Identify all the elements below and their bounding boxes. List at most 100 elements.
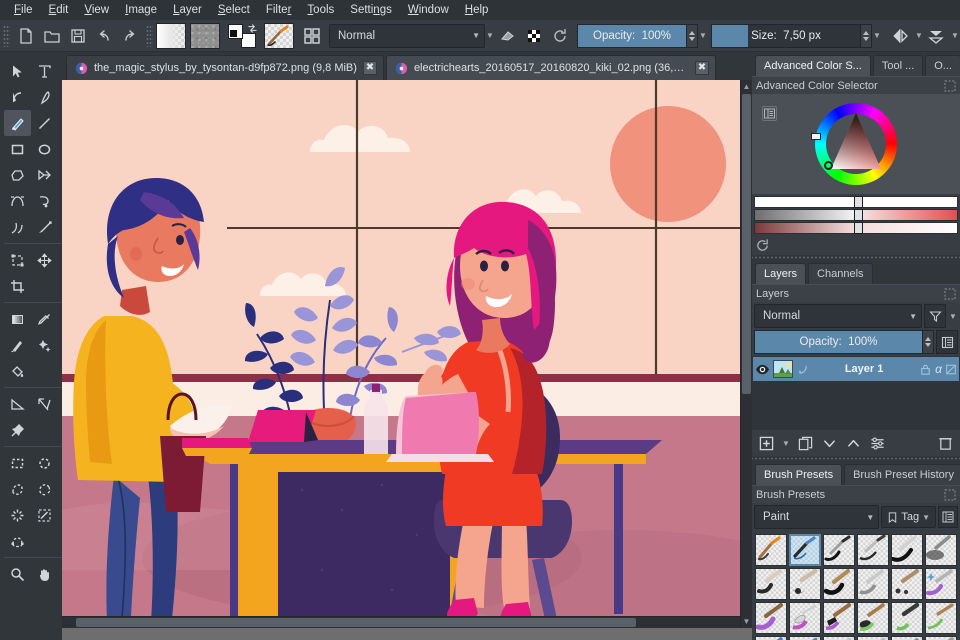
assistant-tool[interactable] bbox=[31, 391, 58, 417]
rectangle-tool[interactable] bbox=[4, 136, 31, 162]
tab-channels[interactable]: Channels bbox=[808, 263, 873, 284]
polygon-tool[interactable] bbox=[4, 162, 31, 188]
layer-alpha-lock-icon[interactable]: α bbox=[935, 362, 942, 376]
gradient-swatch[interactable] bbox=[156, 22, 186, 49]
toolbar-grip-2[interactable] bbox=[146, 24, 153, 47]
shade-slider-3-handle[interactable] bbox=[853, 222, 863, 234]
delete-layer-button[interactable] bbox=[937, 435, 954, 452]
undo-icon[interactable] bbox=[91, 23, 117, 49]
tab-advanced-color-selector[interactable]: Advanced Color S... bbox=[755, 55, 871, 76]
opacity-slider[interactable]: Opacity: 100% bbox=[577, 23, 687, 48]
select-shapes-tool[interactable] bbox=[4, 58, 31, 84]
calligraphy-tool[interactable] bbox=[31, 84, 58, 110]
size-extra-arrow[interactable]: ▼ bbox=[872, 24, 882, 48]
contiguous-select-tool[interactable] bbox=[4, 502, 31, 528]
layer-opacity-spinner[interactable] bbox=[923, 330, 934, 354]
bezier-curve-tool[interactable] bbox=[4, 188, 31, 214]
tab-layers[interactable]: Layers bbox=[755, 263, 807, 284]
layer-visibility-eye-icon[interactable] bbox=[755, 362, 770, 377]
brush-preset-cell[interactable] bbox=[823, 602, 855, 634]
toolbar-grip[interactable] bbox=[3, 24, 10, 47]
menu-view[interactable]: View bbox=[76, 0, 117, 20]
menu-tools[interactable]: Tools bbox=[299, 0, 342, 20]
mirror-vertical-icon[interactable] bbox=[924, 23, 950, 49]
brush-preset-cell[interactable] bbox=[925, 568, 957, 600]
bezier-select-tool[interactable] bbox=[4, 528, 31, 554]
brush-preset-cell[interactable] bbox=[789, 636, 821, 640]
brush-preset-cell[interactable] bbox=[755, 602, 787, 634]
layer-opacity-slider[interactable]: Opacity: 100% bbox=[754, 330, 923, 354]
gradient-tool[interactable] bbox=[4, 306, 31, 332]
transform-tool[interactable] bbox=[4, 247, 31, 273]
brush-preset-cell[interactable] bbox=[891, 636, 923, 640]
shade-slider-2[interactable] bbox=[754, 209, 958, 221]
brush-preset-cell[interactable] bbox=[755, 636, 787, 640]
open-document-icon[interactable] bbox=[39, 23, 65, 49]
mirror-h-arrow[interactable]: ▼ bbox=[914, 24, 924, 48]
add-layer-button[interactable] bbox=[758, 435, 775, 452]
pattern-swatch[interactable] bbox=[190, 22, 220, 49]
blend-mode-extra-arrow[interactable]: ▼ bbox=[485, 24, 495, 48]
size-spinner[interactable] bbox=[861, 23, 872, 48]
polygonal-select-tool[interactable] bbox=[4, 476, 31, 502]
color-wheel-area[interactable] bbox=[752, 94, 960, 194]
saturation-value-triangle[interactable] bbox=[831, 113, 881, 175]
float-dock-icon[interactable] bbox=[944, 80, 956, 92]
float-dock-icon[interactable] bbox=[944, 489, 956, 501]
save-document-icon[interactable] bbox=[65, 23, 91, 49]
workspace-chooser-icon[interactable] bbox=[299, 23, 325, 49]
scroll-down-icon[interactable]: ▼ bbox=[741, 615, 752, 628]
pan-tool[interactable] bbox=[31, 561, 58, 587]
new-document-icon[interactable] bbox=[13, 23, 39, 49]
move-layer-up-button[interactable] bbox=[845, 435, 862, 452]
brush-preset-cell[interactable] bbox=[823, 534, 855, 566]
menu-file[interactable]: File bbox=[6, 0, 41, 20]
brush-preset-cell[interactable] bbox=[857, 602, 889, 634]
opacity-control[interactable]: Opacity: 100% ▼ bbox=[577, 23, 708, 48]
reset-brush-icon[interactable] bbox=[547, 23, 573, 49]
brush-collection-combo[interactable]: Paint ▼ bbox=[754, 505, 880, 529]
menu-filter[interactable]: Filter bbox=[258, 0, 300, 20]
brush-preset-cell[interactable] bbox=[755, 568, 787, 600]
brush-preset-cell[interactable] bbox=[891, 534, 923, 566]
brush-preset-cell[interactable] bbox=[857, 534, 889, 566]
menu-window[interactable]: Window bbox=[400, 0, 457, 20]
artboard[interactable] bbox=[62, 80, 740, 628]
brush-preset-cell[interactable] bbox=[925, 636, 957, 640]
move-tool[interactable] bbox=[31, 247, 58, 273]
document-tab-2-close-icon[interactable]: ✖ bbox=[694, 61, 709, 75]
reset-color-icon[interactable] bbox=[755, 238, 770, 253]
layer-filter-icon[interactable] bbox=[924, 304, 946, 328]
dynamic-brush-tool[interactable] bbox=[4, 214, 31, 240]
layer-inherit-alpha-icon[interactable] bbox=[945, 363, 957, 376]
opacity-extra-arrow[interactable]: ▼ bbox=[698, 24, 708, 48]
brush-preset-cell[interactable] bbox=[891, 602, 923, 634]
hue-ring-handle[interactable] bbox=[811, 133, 821, 140]
shade-slider-1[interactable] bbox=[754, 196, 958, 208]
tag-button[interactable]: Tag ▼ bbox=[881, 506, 936, 528]
layer-list[interactable]: Layer 1 α bbox=[752, 356, 960, 430]
background-color-swatch[interactable] bbox=[241, 32, 256, 48]
smart-patch-tool[interactable] bbox=[31, 332, 58, 358]
triangle-handle[interactable] bbox=[824, 161, 833, 170]
tab-brush-preset-history[interactable]: Brush Preset History bbox=[844, 464, 960, 485]
foreground-color-swatch[interactable] bbox=[228, 23, 243, 39]
document-tab-1[interactable]: the_magic_stylus_by_tysontan-d9fp872.png… bbox=[66, 55, 384, 80]
layer-row[interactable]: Layer 1 α bbox=[753, 357, 959, 381]
rectangular-select-tool[interactable] bbox=[4, 450, 31, 476]
document-tab-1-close-icon[interactable]: ✖ bbox=[362, 61, 377, 75]
size-control[interactable]: Size: 7,50 px ▼ bbox=[711, 23, 882, 48]
line-tool[interactable] bbox=[31, 110, 58, 136]
layer-name[interactable]: Layer 1 bbox=[812, 363, 916, 375]
measure-tool[interactable] bbox=[4, 391, 31, 417]
eraser-mode-icon[interactable] bbox=[495, 23, 521, 49]
menu-image[interactable]: Image bbox=[117, 0, 165, 20]
canvas-area[interactable]: ▲ ▼ bbox=[62, 80, 752, 640]
multibrush-tool[interactable] bbox=[31, 214, 58, 240]
fill-tool[interactable] bbox=[4, 358, 31, 384]
menu-settings[interactable]: Settings bbox=[342, 0, 400, 20]
layer-settings-button[interactable] bbox=[869, 435, 886, 452]
crop-tool[interactable] bbox=[4, 273, 31, 299]
layer-blend-mode-combo[interactable]: Normal ▼ bbox=[754, 304, 922, 328]
scroll-up-icon[interactable]: ▲ bbox=[741, 80, 752, 93]
